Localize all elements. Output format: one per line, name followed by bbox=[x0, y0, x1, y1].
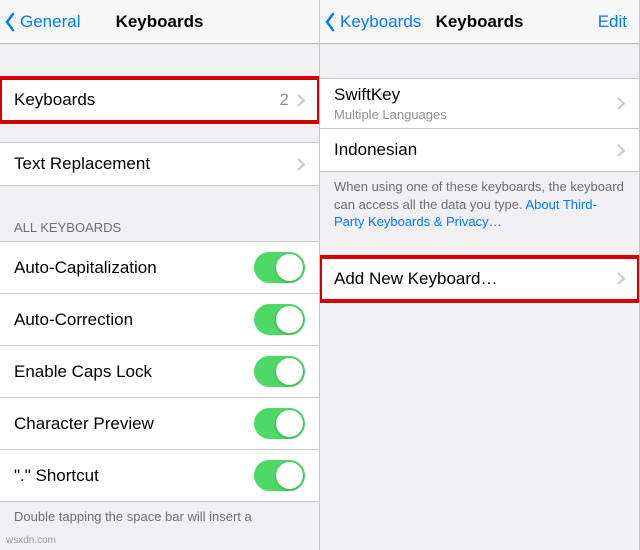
back-label: General bbox=[20, 12, 80, 32]
keyboards-row[interactable]: Keyboards 2 bbox=[0, 78, 319, 122]
chevron-right-icon bbox=[617, 97, 625, 110]
character-preview-toggle[interactable] bbox=[254, 408, 305, 439]
enable-caps-lock-row: Enable Caps Lock bbox=[0, 345, 319, 397]
edit-button[interactable]: Edit bbox=[598, 12, 627, 32]
text-replacement-label: Text Replacement bbox=[14, 154, 297, 174]
auto-correction-row: Auto-Correction bbox=[0, 293, 319, 345]
settings-keyboards-panel: General Keyboards Keyboards 2 Text Repla… bbox=[0, 0, 320, 550]
watermark: wsxdn.com bbox=[6, 535, 56, 546]
chevron-right-icon bbox=[617, 272, 625, 285]
auto-capitalization-toggle[interactable] bbox=[254, 252, 305, 283]
indonesian-label: Indonesian bbox=[334, 140, 617, 160]
text-replacement-group: Text Replacement bbox=[0, 142, 319, 186]
chevron-right-icon bbox=[297, 158, 305, 171]
period-shortcut-toggle[interactable] bbox=[254, 460, 305, 491]
back-to-general[interactable]: General bbox=[0, 12, 80, 32]
swiftkey-sub: Multiple Languages bbox=[334, 107, 617, 122]
toggle-label: Character Preview bbox=[14, 414, 254, 434]
page-title: Keyboards bbox=[436, 12, 524, 32]
back-label: Keyboards bbox=[340, 12, 421, 32]
toggle-label: Enable Caps Lock bbox=[14, 362, 254, 382]
navbar-left: General Keyboards bbox=[0, 0, 319, 44]
keyboards-group: Keyboards 2 bbox=[0, 78, 319, 122]
keyboards-label: Keyboards bbox=[14, 90, 280, 110]
text-replacement-row[interactable]: Text Replacement bbox=[0, 142, 319, 186]
back-to-keyboards[interactable]: Keyboards bbox=[320, 12, 421, 32]
keyboards-list-panel: Keyboards Keyboards Edit SwiftKey Multip… bbox=[320, 0, 640, 550]
toggle-label: Auto-Capitalization bbox=[14, 258, 254, 278]
add-new-keyboard-label: Add New Keyboard… bbox=[334, 269, 617, 289]
chevron-left-icon bbox=[4, 12, 16, 32]
all-keyboards-header: ALL KEYBOARDS bbox=[0, 214, 319, 241]
installed-keyboards-group: SwiftKey Multiple Languages Indonesian bbox=[320, 78, 639, 172]
auto-correction-toggle[interactable] bbox=[254, 304, 305, 335]
all-keyboards-group: Auto-Capitalization Auto-Correction Enab… bbox=[0, 241, 319, 502]
chevron-left-icon bbox=[324, 12, 336, 32]
swiftkey-row[interactable]: SwiftKey Multiple Languages bbox=[320, 78, 639, 128]
third-party-note: When using one of these keyboards, the k… bbox=[320, 172, 639, 237]
period-shortcut-footer: Double tapping the space bar will insert… bbox=[0, 502, 319, 532]
navbar-right: Keyboards Keyboards Edit bbox=[320, 0, 639, 44]
indonesian-row[interactable]: Indonesian bbox=[320, 128, 639, 172]
add-new-keyboard-row[interactable]: Add New Keyboard… bbox=[320, 257, 639, 301]
page-title: Keyboards bbox=[116, 12, 204, 32]
auto-capitalization-row: Auto-Capitalization bbox=[0, 241, 319, 293]
toggle-label: Auto-Correction bbox=[14, 310, 254, 330]
swiftkey-label: SwiftKey bbox=[334, 85, 617, 105]
add-keyboard-group: Add New Keyboard… bbox=[320, 257, 639, 301]
keyboards-count: 2 bbox=[280, 90, 289, 110]
chevron-right-icon bbox=[297, 94, 305, 107]
character-preview-row: Character Preview bbox=[0, 397, 319, 449]
toggle-label: "." Shortcut bbox=[14, 466, 254, 486]
chevron-right-icon bbox=[617, 144, 625, 157]
enable-caps-lock-toggle[interactable] bbox=[254, 356, 305, 387]
period-shortcut-row: "." Shortcut bbox=[0, 449, 319, 502]
